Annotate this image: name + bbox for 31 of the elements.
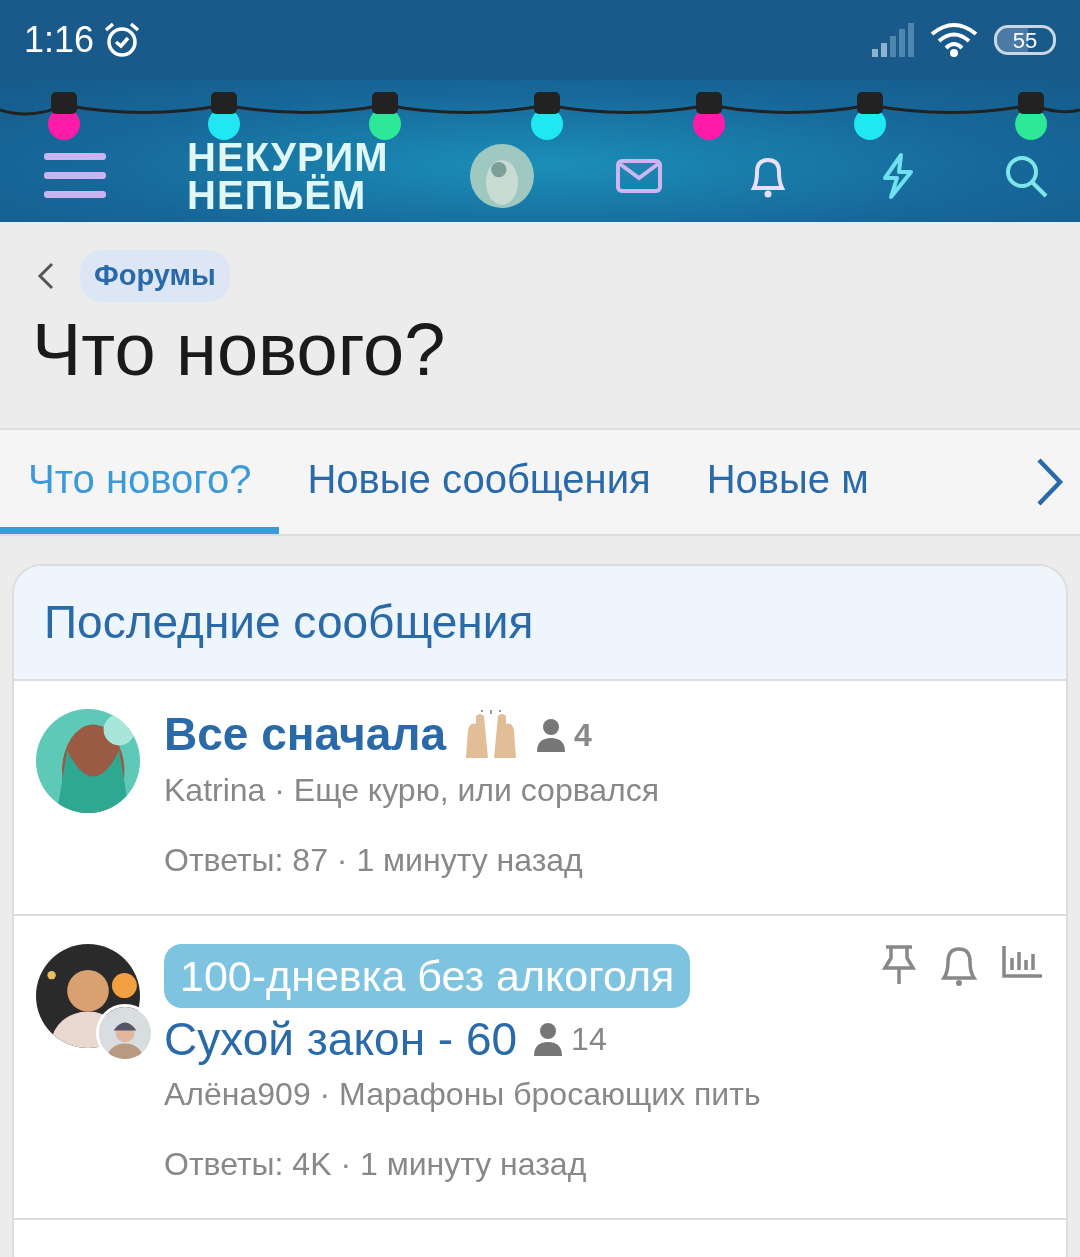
tab[interactable]: Новые сообщения (279, 430, 679, 535)
chevron-left-icon (36, 260, 56, 291)
thread-prefix-label: 100-дневка без алкоголя (164, 943, 691, 1008)
logo-text: НЕПЬЁМ (187, 176, 368, 214)
bar-chart-icon (1002, 943, 1044, 978)
next-tab-button[interactable] (1034, 457, 1064, 508)
menu-button[interactable] (44, 151, 106, 201)
pin-icon (882, 943, 916, 986)
thread-title-link[interactable]: Сухой закон - 60 (164, 1013, 518, 1065)
person-icon (536, 717, 567, 752)
participant-count: 14 (571, 1020, 607, 1060)
tab[interactable]: Что нового? (0, 430, 280, 535)
thread-stats: Ответы: 4K · 1 минуту назад (164, 1145, 588, 1185)
battery-indicator: 55 (994, 25, 1056, 55)
wifi-icon (930, 22, 978, 58)
participant-count: 4 (574, 715, 592, 755)
page-title: Что нового? (31, 306, 447, 393)
thread-title-link[interactable]: Все сначала (164, 709, 447, 760)
thread-meta: Katrina · Еще курю, или сорвался (164, 770, 661, 810)
menu-icon (44, 151, 106, 201)
section-header: Последние сообщения (14, 566, 1066, 682)
thread-meta: Алёна909 · Марафоны бросающих пить (164, 1075, 762, 1115)
chevron-right-icon (1034, 457, 1064, 508)
back-button[interactable] (36, 260, 56, 291)
person-icon (533, 1022, 564, 1057)
clock-time: 1:16 (24, 18, 95, 62)
signal-icon (870, 23, 914, 57)
thread-stats: Ответы: 87 · 1 минуту назад (164, 840, 584, 880)
tab[interactable]: Новые м (678, 430, 869, 535)
site-logo[interactable]: НЕКУРИМ НЕПЬЁМ (187, 138, 389, 214)
breadcrumb-link[interactable]: Форумы (80, 250, 230, 302)
